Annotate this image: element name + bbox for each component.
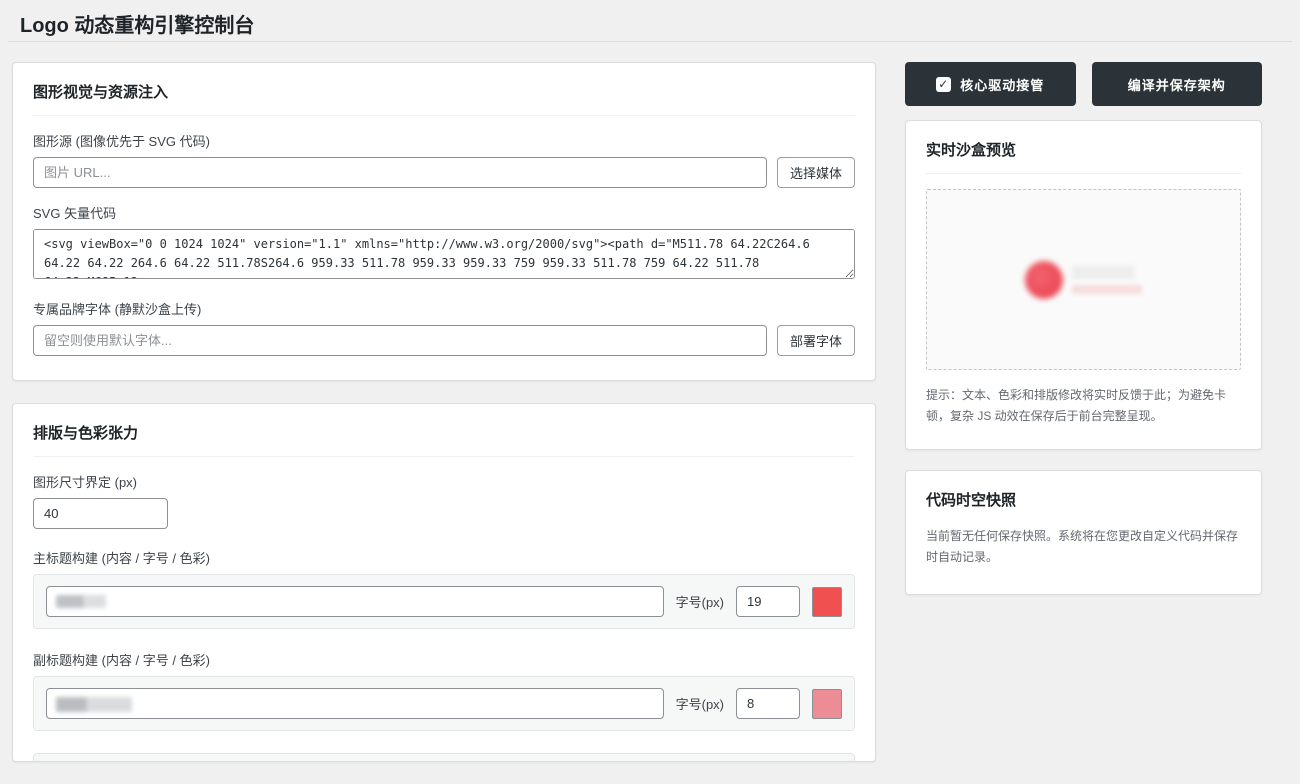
compile-save-button[interactable]: 编译并保存架构	[1092, 62, 1263, 106]
side-column: ✓ 核心驱动接管 编译并保存架构 实时沙盒预览 提示：文本、色彩和排版修改将实时…	[905, 62, 1262, 617]
sandbox-preview-area	[926, 189, 1241, 370]
panel-preview-title: 实时沙盒预览	[926, 139, 1241, 174]
panel-assets-title: 图形视觉与资源注入	[33, 81, 855, 116]
panel-typography: 排版与色彩张力 图形尺寸界定 (px) 主标题构建 (内容 / 字号 / 色彩)…	[12, 403, 876, 762]
admin-page: Logo 动态重构引擎控制台 图形视觉与资源注入 图形源 (图像优先于 SVG …	[0, 0, 1300, 722]
main-title-text-input[interactable]	[46, 586, 664, 617]
icon-size-label: 图形尺寸界定 (px)	[33, 472, 855, 491]
sub-title-text-input[interactable]	[46, 688, 664, 719]
panel-assets: 图形视觉与资源注入 图形源 (图像优先于 SVG 代码) 选择媒体 SVG 矢量…	[12, 62, 876, 381]
panel-live-preview: 实时沙盒预览 提示：文本、色彩和排版修改将实时反馈于此；为避免卡顿，复杂 JS …	[905, 120, 1262, 450]
main-title-group: 字号(px)	[33, 574, 855, 629]
sub-title-size-label: 字号(px)	[676, 694, 724, 713]
sub-title-size-input[interactable]	[736, 688, 800, 719]
snapshots-empty-text: 当前暂无任何保存快照。系统将在您更改自定义代码并保存时自动记录。	[926, 526, 1241, 568]
page-title: Logo 动态重构引擎控制台	[0, 0, 1300, 39]
image-url-input[interactable]	[33, 157, 767, 188]
next-group-cutoff	[33, 753, 855, 761]
brand-font-input[interactable]	[33, 325, 767, 356]
main-title-label: 主标题构建 (内容 / 字号 / 色彩)	[33, 548, 855, 567]
sub-title-text-wrap	[46, 688, 664, 719]
sub-title-group: 字号(px)	[33, 676, 855, 731]
deploy-font-button[interactable]: 部署字体	[777, 325, 855, 356]
sub-title-color-swatch[interactable]	[812, 689, 842, 719]
settings-column: 图形视觉与资源注入 图形源 (图像优先于 SVG 代码) 选择媒体 SVG 矢量…	[12, 62, 876, 784]
logo-text-blurred	[1072, 266, 1142, 294]
panel-snapshots-title: 代码时空快照	[926, 489, 1241, 516]
panel-snapshots: 代码时空快照 当前暂无任何保存快照。系统将在您更改自定义代码并保存时自动记录。	[905, 470, 1262, 595]
select-media-button[interactable]: 选择媒体	[777, 157, 855, 188]
image-source-row: 选择媒体	[33, 157, 855, 188]
main-title-size-input[interactable]	[736, 586, 800, 617]
logo-mark-blurred	[1025, 261, 1063, 299]
core-drive-toggle-button[interactable]: ✓ 核心驱动接管	[905, 62, 1076, 106]
core-drive-toggle-label: 核心驱动接管	[960, 75, 1044, 94]
panel-typography-title: 排版与色彩张力	[33, 422, 855, 457]
actions-row: ✓ 核心驱动接管 编译并保存架构	[905, 62, 1262, 106]
svg-code-textarea[interactable]: <svg viewBox="0 0 1024 1024" version="1.…	[33, 229, 855, 279]
brand-font-label: 专属品牌字体 (静默沙盒上传)	[33, 299, 855, 318]
logo-preview	[1025, 261, 1142, 299]
preview-hint-text: 提示：文本、色彩和排版修改将实时反馈于此；为避免卡顿，复杂 JS 动效在保存后于…	[926, 385, 1241, 427]
checked-checkbox-icon: ✓	[936, 77, 951, 92]
title-divider	[8, 41, 1292, 42]
image-source-label: 图形源 (图像优先于 SVG 代码)	[33, 131, 855, 150]
brand-font-row: 部署字体	[33, 325, 855, 356]
svg-code-label: SVG 矢量代码	[33, 203, 855, 222]
icon-size-input[interactable]	[33, 498, 168, 529]
sub-title-label: 副标题构建 (内容 / 字号 / 色彩)	[33, 650, 855, 669]
main-title-size-label: 字号(px)	[676, 592, 724, 611]
main-title-color-swatch[interactable]	[812, 587, 842, 617]
main-title-text-wrap	[46, 586, 664, 617]
compile-save-label: 编译并保存架构	[1128, 75, 1226, 94]
